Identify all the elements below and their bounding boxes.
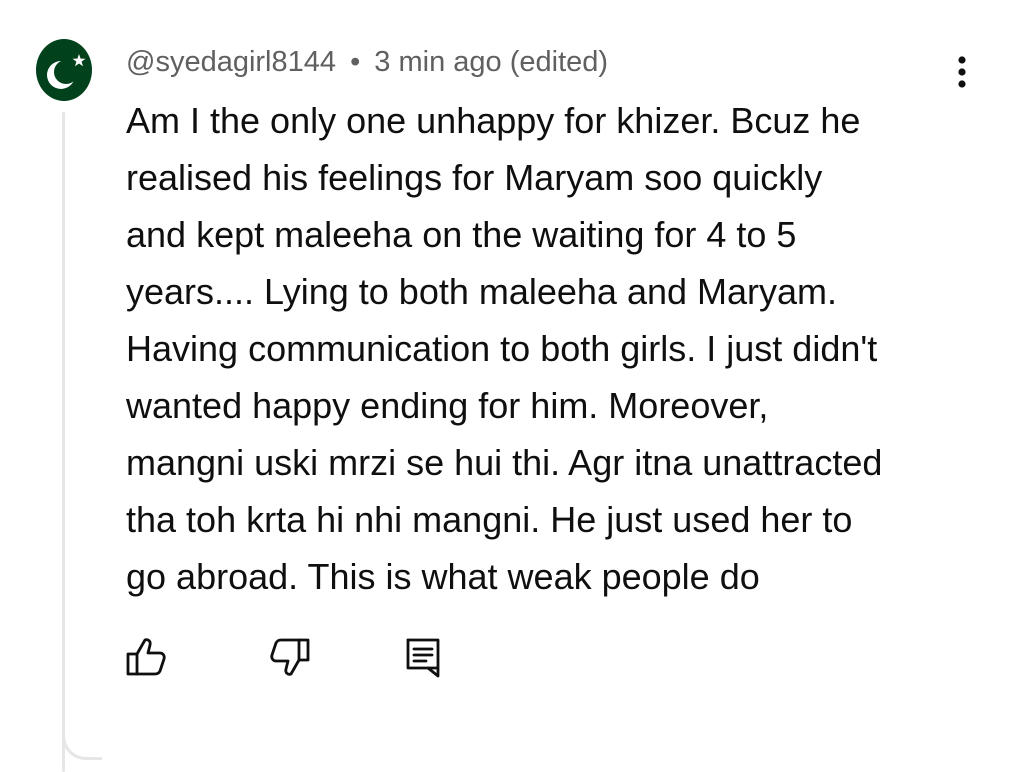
- comment-line: and kept maleeha on the waiting for 4 to…: [126, 214, 797, 255]
- comment-menu-button[interactable]: [944, 50, 980, 96]
- thread-line: [62, 112, 65, 772]
- thumbs-down-icon: [270, 638, 310, 676]
- thread-curve: [62, 700, 102, 760]
- comment-line: tha toh krta hi nhi mangni. He just used…: [126, 499, 853, 540]
- comment-line: Am I the only one unhappy for khizer. Bc…: [126, 100, 861, 141]
- more-vert-icon: [958, 56, 966, 88]
- pakistan-flag-avatar-icon: [36, 39, 92, 101]
- reply-button[interactable]: [398, 632, 448, 682]
- author-handle[interactable]: @syedagirl8144: [126, 46, 336, 78]
- thumbs-up-icon: [126, 638, 166, 676]
- comment-line: years.... Lying to both maleeha and Mary…: [126, 271, 838, 312]
- comment-line: realised his feelings for Maryam soo qui…: [126, 157, 823, 198]
- comment-line: wanted happy ending for him. Moreover,: [126, 385, 769, 426]
- comment-line: mangni uski mrzi se hui thi. Agr itna un…: [126, 442, 883, 483]
- meta-separator: •: [350, 46, 361, 78]
- comment-line: go abroad. This is what weak people do: [126, 556, 760, 597]
- dislike-button[interactable]: [266, 632, 316, 682]
- comment-header: @syedagirl8144 • 3 min ago (edited): [126, 42, 608, 82]
- avatar[interactable]: [36, 39, 92, 101]
- comment-text: Am I the only one unhappy for khizer. Bc…: [126, 92, 996, 605]
- comment-timestamp: 3 min ago: [374, 46, 502, 78]
- like-button[interactable]: [120, 632, 170, 682]
- reply-comment-icon: [406, 638, 440, 678]
- comment-line: Having communication to both girls. I ju…: [126, 328, 878, 369]
- edited-label: (edited): [509, 46, 609, 78]
